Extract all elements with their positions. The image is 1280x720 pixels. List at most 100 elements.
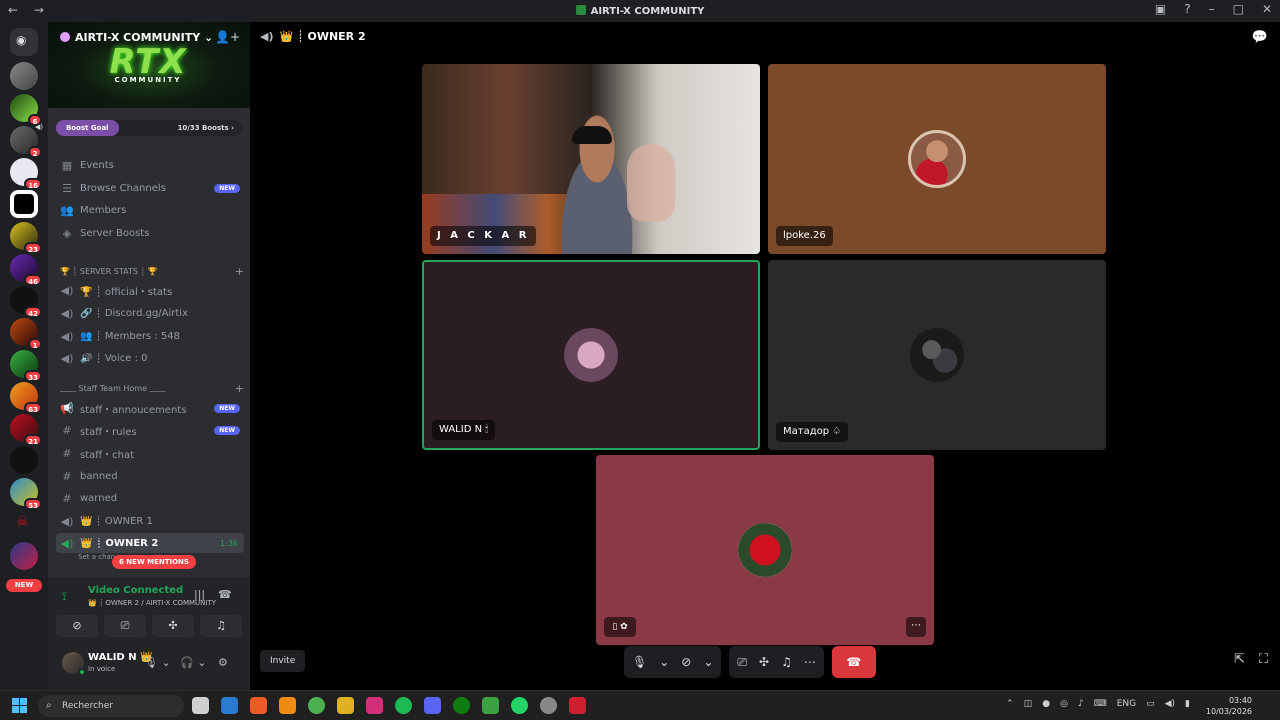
server-icon-1[interactable]: [10, 62, 38, 90]
app-icon-explorer[interactable]: [337, 697, 354, 714]
tray-icon[interactable]: ◫: [1024, 699, 1033, 709]
maximize-button[interactable]: □: [1233, 2, 1244, 16]
discord-home-icon[interactable]: ◉: [10, 28, 38, 56]
server-icon-13[interactable]: 53: [10, 478, 42, 510]
activities-button[interactable]: ✣: [152, 615, 194, 637]
soundboard-icon[interactable]: ♫: [781, 655, 792, 669]
app-icon-whatsapp[interactable]: [511, 697, 528, 714]
server-banner[interactable]: AIRTI-X COMMUNITY ⌄ 👤+ RTX COMMUNITY: [48, 22, 250, 108]
more-icon[interactable]: ⋯: [804, 655, 816, 669]
nav-browse-channels[interactable]: ☰ Browse Channels NEW: [56, 178, 244, 198]
app-icon-chrome[interactable]: [308, 697, 325, 714]
taskbar-clock[interactable]: 03:40 10/03/2026: [1206, 695, 1252, 717]
microphone-icon[interactable]: 🎙 ⌄: [144, 656, 171, 669]
noise-suppression-icon[interactable]: |||: [194, 588, 205, 601]
headphones-icon[interactable]: 🎧 ⌄: [180, 656, 206, 669]
inbox-icon[interactable]: ▣: [1155, 2, 1166, 16]
battery-icon[interactable]: ▮: [1185, 699, 1190, 709]
app-icon-discord[interactable]: [424, 697, 441, 714]
more-options-icon[interactable]: ⋯: [906, 617, 926, 637]
tray-icon[interactable]: ♪: [1078, 699, 1084, 709]
microphone-icon[interactable]: 🎙: [632, 655, 647, 669]
server-icon-11[interactable]: 21: [10, 414, 42, 446]
chevron-up-icon[interactable]: ⌃: [1006, 699, 1014, 709]
nav-members[interactable]: 👥 Members: [56, 200, 244, 220]
language-indicator[interactable]: ENG: [1117, 699, 1136, 709]
app-icon-brave[interactable]: [250, 697, 267, 714]
server-icon-9[interactable]: 33: [10, 350, 42, 382]
category-staff-team[interactable]: ﹏﹏ Staff Team Home ﹏﹏ +: [60, 381, 244, 395]
fullscreen-icon[interactable]: ⛶: [1259, 652, 1268, 667]
disconnect-button[interactable]: ☎: [831, 646, 876, 678]
server-icon-12[interactable]: [10, 446, 38, 474]
server-icon-4[interactable]: [10, 190, 38, 218]
app-icon-spotify[interactable]: [395, 697, 412, 714]
channel-voice-count[interactable]: ◀) 🔊 ┊ Voice : 0: [56, 348, 244, 368]
add-channel-icon[interactable]: +: [235, 265, 244, 278]
channel-staff-announcements[interactable]: 📢 staff・annoucements NEW: [56, 398, 244, 418]
share-screen-button[interactable]: ⎚: [104, 615, 146, 637]
app-icon-other[interactable]: [569, 697, 586, 714]
keyboard-icon[interactable]: ⌨: [1094, 699, 1107, 709]
minimize-button[interactable]: –: [1209, 2, 1215, 16]
chevron-down-icon[interactable]: ⌄: [703, 655, 713, 669]
help-icon[interactable]: ?: [1184, 2, 1190, 16]
username[interactable]: WALID N 👑: [88, 652, 153, 663]
chat-icon[interactable]: 💬: [1252, 30, 1268, 45]
channel-owner-2[interactable]: ◀) 👑 ┊ OWNER 2 1:36: [56, 533, 244, 553]
video-tile-lpoke[interactable]: lpoke.26: [768, 64, 1106, 254]
app-icon-settings[interactable]: [540, 697, 557, 714]
server-icon-5[interactable]: 23: [10, 222, 42, 254]
invite-people-icon[interactable]: 👤+: [215, 30, 240, 44]
nav-events[interactable]: ▦ Events: [56, 155, 244, 175]
chevron-down-icon[interactable]: ⌄: [659, 655, 669, 669]
invite-button[interactable]: Invite: [260, 650, 306, 672]
activities-icon[interactable]: ✣: [759, 655, 769, 669]
channel-discord-link[interactable]: ◀) 🔗 ┊ Discord.gg/Airtix: [56, 303, 244, 323]
server-icon-6[interactable]: 46: [10, 254, 42, 286]
close-button[interactable]: ✕: [1262, 2, 1272, 16]
app-icon-vlc[interactable]: [279, 697, 296, 714]
app-icon-instagram[interactable]: [366, 697, 383, 714]
channel-owner-1[interactable]: ◀) 👑 ┊ OWNER 1: [56, 511, 244, 531]
channel-status-text[interactable]: Set a chan: [78, 553, 115, 561]
app-icon-defender[interactable]: [221, 697, 238, 714]
soundboard-button[interactable]: ♫: [200, 615, 242, 637]
app-icon-play[interactable]: [482, 697, 499, 714]
server-icon-10[interactable]: 63: [10, 382, 42, 414]
server-icon-3[interactable]: 16: [10, 158, 42, 190]
tray-icon[interactable]: ◎: [1060, 699, 1068, 709]
nav-server-boosts[interactable]: ◈ Server Boosts: [56, 223, 244, 243]
popout-icon[interactable]: ⇱: [1234, 652, 1245, 667]
volume-icon[interactable]: ◀): [1165, 699, 1175, 709]
server-icon-2[interactable]: ◀) 2: [10, 123, 43, 158]
category-server-stats[interactable]: 🏆 ┊ SERVER STATS ┊ 🏆 +: [60, 264, 244, 278]
camera-off-icon[interactable]: ⊘: [681, 655, 691, 669]
tray-icon[interactable]: ●: [1042, 699, 1050, 709]
channel-members-count[interactable]: ◀) 👥 ┊ Members : 548: [56, 326, 244, 346]
boost-goal-bar[interactable]: Boost Goal 10/33 Boosts ›: [56, 120, 242, 136]
voice-status[interactable]: Video Connected: [88, 585, 183, 596]
channel-banned[interactable]: # banned: [56, 466, 244, 486]
disconnect-icon[interactable]: ☎: [218, 588, 232, 601]
signal-icon[interactable]: ⟟: [62, 589, 66, 604]
windows-start-icon[interactable]: [12, 698, 28, 714]
video-tile-rose[interactable]: ▯ ✿ ⋯: [596, 455, 934, 645]
server-icon-airtix[interactable]: 6: [10, 94, 42, 126]
channel-warned[interactable]: # warned: [56, 488, 244, 508]
share-screen-icon[interactable]: ⎚: [737, 655, 747, 670]
network-icon[interactable]: ▭: [1146, 699, 1155, 709]
server-icon-7[interactable]: 42: [10, 286, 42, 318]
app-icon-taskview[interactable]: [192, 697, 209, 714]
settings-gear-icon[interactable]: ⚙: [218, 656, 228, 669]
camera-off-button[interactable]: ⊘: [56, 615, 98, 637]
avatar[interactable]: [62, 652, 86, 676]
taskbar-search[interactable]: ⌕ Rechercher: [38, 695, 184, 717]
app-icon-xbox[interactable]: [453, 697, 470, 714]
channel-staff-rules[interactable]: # staff・rules NEW: [56, 420, 244, 440]
server-icon-8[interactable]: 1: [10, 318, 42, 350]
video-tile-walid[interactable]: WALID N 🕯: [422, 260, 760, 450]
channel-staff-chat[interactable]: # staff・chat: [56, 443, 244, 463]
new-mentions-pill[interactable]: 6 NEW MENTIONS: [112, 555, 196, 569]
new-servers-pill[interactable]: NEW: [6, 579, 42, 592]
